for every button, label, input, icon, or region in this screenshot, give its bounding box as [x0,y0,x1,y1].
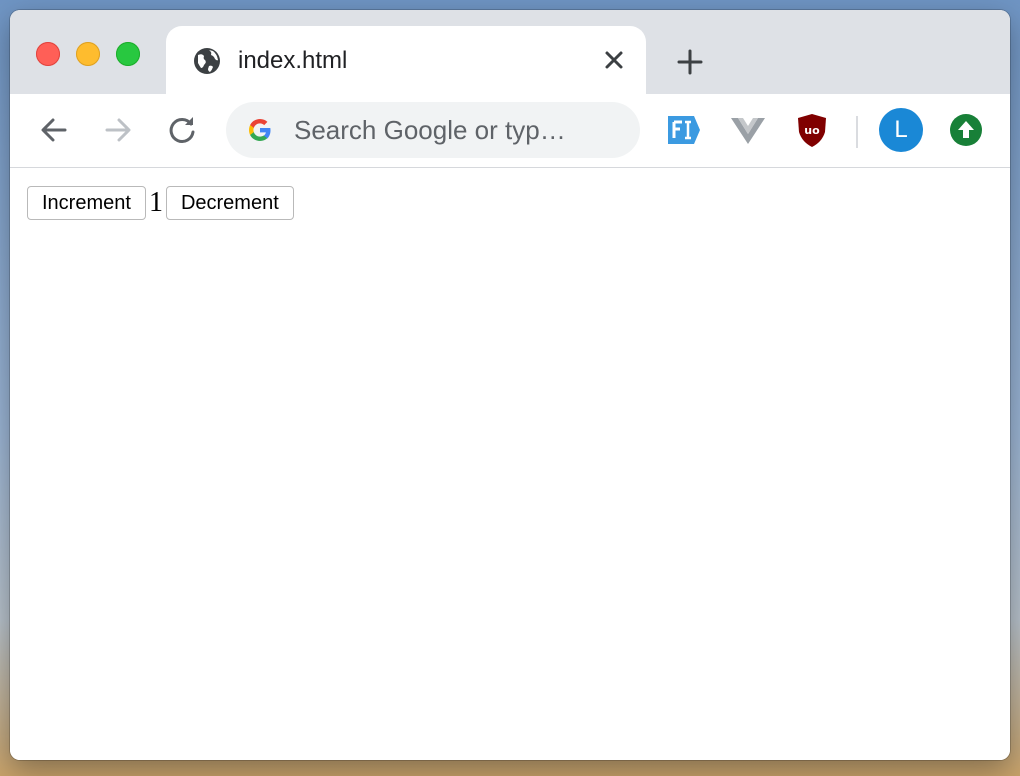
back-arrow-icon[interactable] [36,112,72,148]
google-icon [249,119,271,141]
reload-icon[interactable] [164,112,200,148]
browser-window: index.html Search Google or typ… uo L In… [10,10,1010,760]
fi-extension-icon[interactable] [664,110,704,150]
ublock-origin-icon[interactable]: uo [792,110,832,150]
new-tab-icon[interactable] [674,46,706,78]
tab-title: index.html [238,47,348,74]
close-tab-icon[interactable] [600,46,628,74]
decrement-button[interactable]: Decrement [165,186,294,220]
tab-strip: index.html [10,10,1010,94]
upload-extension-icon[interactable] [948,112,984,148]
minimize-window-button[interactable] [76,42,100,66]
search-input[interactable]: Search Google or typ… [226,102,640,158]
counter-row: Increment 1 Decrement [27,186,294,220]
close-window-button[interactable] [36,42,60,66]
toolbar-separator [856,116,858,148]
browser-toolbar: Search Google or typ… uo L [10,94,1010,168]
counter-value: 1 [148,187,163,218]
profile-avatar[interactable]: L [879,108,923,152]
vue-devtools-icon[interactable] [728,110,768,150]
svg-text:uo: uo [804,124,820,137]
globe-icon [194,48,220,74]
omnibox-placeholder: Search Google or typ… [294,115,566,145]
page-content: Increment 1 Decrement [10,168,1010,760]
increment-button[interactable]: Increment [27,186,146,220]
forward-arrow-icon[interactable] [100,112,136,148]
tab-index-html[interactable]: index.html [166,26,646,94]
maximize-window-button[interactable] [116,42,140,66]
